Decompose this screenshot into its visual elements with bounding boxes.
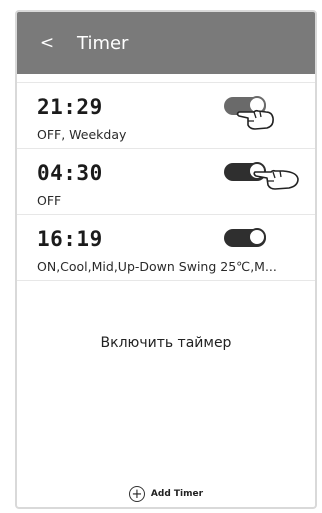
timer-description: OFF, Weekday bbox=[37, 127, 127, 142]
timer-description: ON,Cool,Mid,Up-Down Swing 25℃,M... bbox=[37, 259, 277, 274]
add-timer-button[interactable]: + Add Timer bbox=[17, 486, 315, 502]
pointing-hand-icon bbox=[236, 109, 274, 130]
plus-icon: + bbox=[128, 486, 145, 502]
enable-timer-text: Включить таймер bbox=[100, 335, 232, 351]
pointing-hand-icon bbox=[253, 169, 299, 190]
timer-toggle[interactable] bbox=[224, 228, 266, 247]
timer-time: 04:30 bbox=[37, 161, 103, 185]
add-timer-label: Add Timer bbox=[150, 489, 204, 499]
timer-time: 21:29 bbox=[37, 95, 103, 119]
timer-time: 16:19 bbox=[37, 227, 103, 251]
timer-row[interactable]: 04:30 OFF bbox=[17, 149, 315, 215]
timer-row[interactable]: 21:29 OFF, Weekday bbox=[17, 82, 315, 149]
phone-screen: < Timer 21:29 OFF, Weekday 04:30 OFF 16:… bbox=[15, 10, 317, 509]
timer-description: OFF bbox=[37, 193, 62, 208]
back-button[interactable]: < bbox=[17, 33, 77, 53]
header-bar: < Timer bbox=[17, 12, 315, 74]
toggle-knob bbox=[248, 228, 266, 246]
timer-row[interactable]: 16:19 ON,Cool,Mid,Up-Down Swing 25℃,M... bbox=[17, 215, 315, 281]
page-title: Timer bbox=[77, 32, 129, 54]
